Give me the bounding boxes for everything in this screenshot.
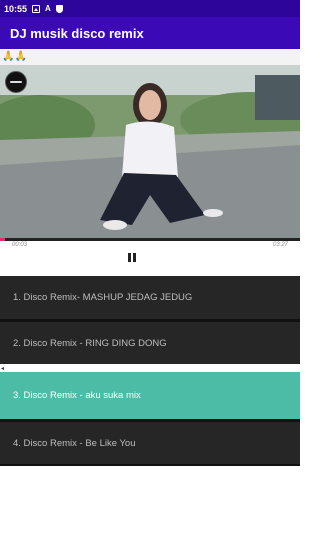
video-player[interactable] [0,65,300,240]
pause-button[interactable] [126,252,138,264]
playlist-item-label: 2. Disco Remix - RING DING DONG [13,337,167,349]
prayer-emoji-row: 🙏🙏 [0,49,300,65]
time-row: 00:03 03:27 [0,240,300,250]
current-time: 00:03 [12,242,28,248]
playlist-item[interactable]: 1. Disco Remix- MASHUP JEDAG JEDUG [0,276,300,319]
app-bar: DJ musik disco remix [0,17,300,49]
playlist-item-active[interactable]: 3. Disco Remix - aku suka mix [0,372,300,419]
translate-a-icon: A [45,3,51,13]
shield-icon [55,4,63,13]
duration: 03:27 [272,242,288,248]
scroll-indicator: ◂ [1,366,5,372]
playlist-gap: ◂ [0,364,300,372]
image-icon [32,4,41,13]
divider [0,464,300,466]
status-time: 10:55 [4,3,28,14]
channel-logo [5,71,27,93]
playlist-item-label: 3. Disco Remix - aku suka mix [13,390,141,401]
app-title: DJ musik disco remix [10,25,144,41]
playlist-item-label: 4. Disco Remix - Be Like You [13,437,136,449]
playlist-item[interactable]: 4. Disco Remix - Be Like You [0,422,300,464]
video-frame [0,65,300,240]
prayer-emoji: 🙏🙏 [2,51,27,62]
playlist-item[interactable]: 2. Disco Remix - RING DING DONG [0,322,300,364]
playlist-item-label: 1. Disco Remix- MASHUP JEDAG JEDUG [13,292,193,303]
status-bar: 10:55 A [0,0,300,17]
pause-icon [128,253,131,262]
